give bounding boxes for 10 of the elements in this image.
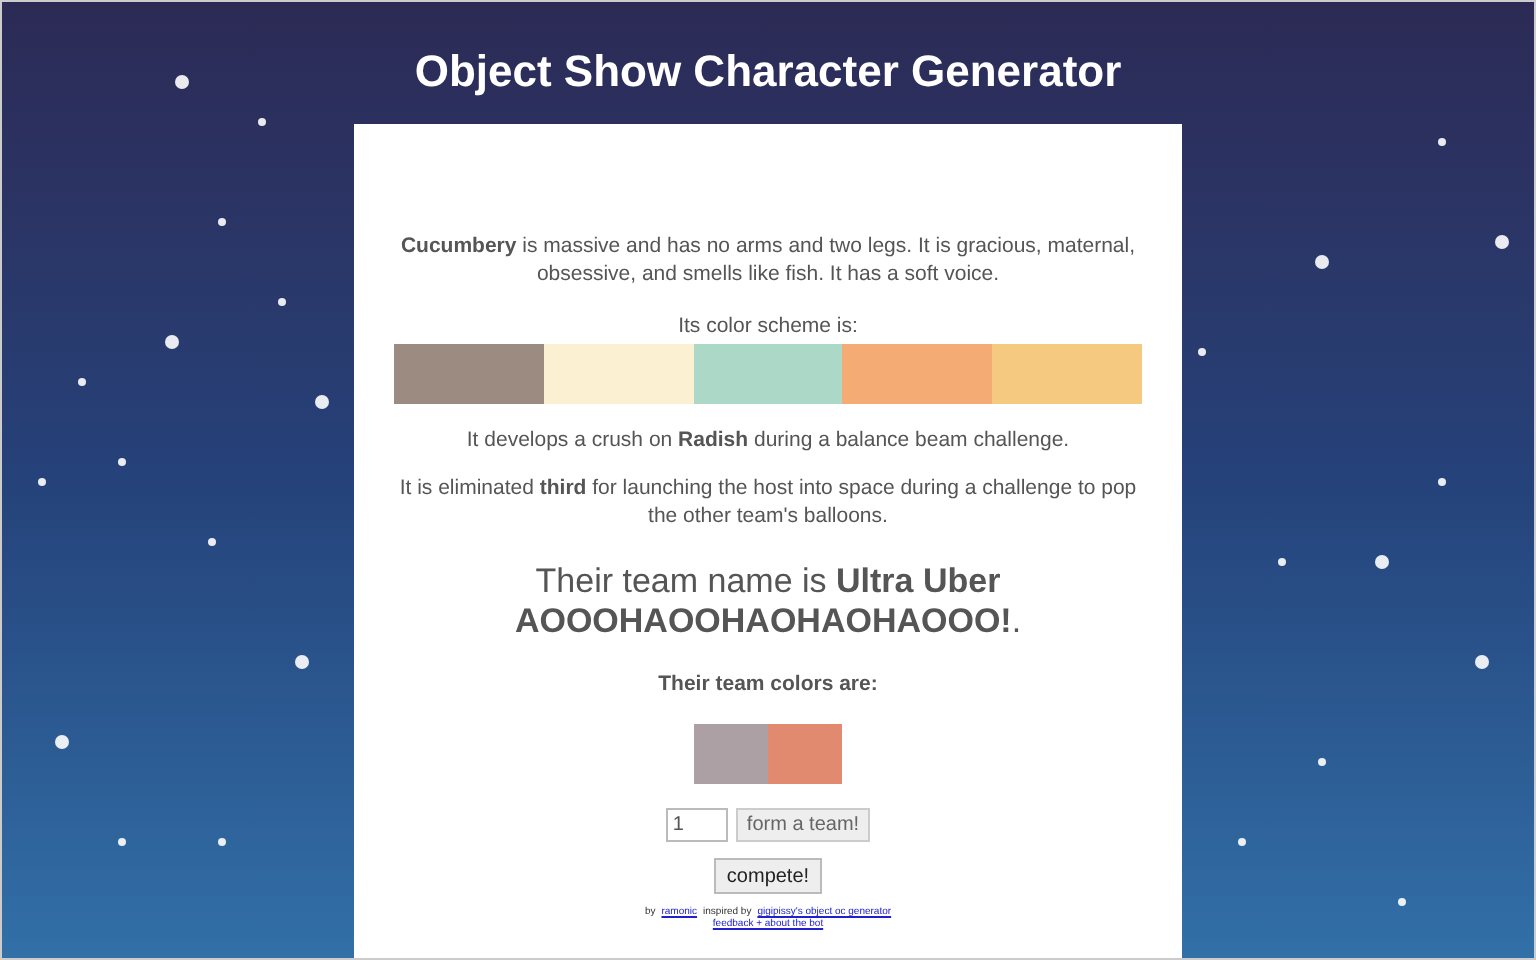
- elimination-text: It is eliminated third for launching the host into space during a challenge to pop the other team's balloons.: [397, 473, 1139, 529]
- compete-button[interactable]: compete!: [714, 858, 822, 895]
- crush-text: It develops a crush on Radish during a balance beam challenge.: [466, 425, 1070, 456]
- scheme-label: Its color scheme is:: [678, 312, 858, 342]
- page-title: Object Show Character Generator: [414, 44, 1122, 100]
- form-team-button[interactable]: form a team!: [736, 808, 870, 843]
- team-colors-label: Their team colors are:: [658, 669, 878, 699]
- character-description: Cucumbery is massive and has no arms and two legs. It is gracious, maternal, obsessive, and smells like fish. It has a soft voice.: [398, 232, 1138, 288]
- team-name-text: Their team name is Ultra Uber AOOOHAOOHAOHAOHAOOO!.: [512, 561, 1024, 641]
- team-count-field[interactable]: 1: [666, 808, 729, 843]
